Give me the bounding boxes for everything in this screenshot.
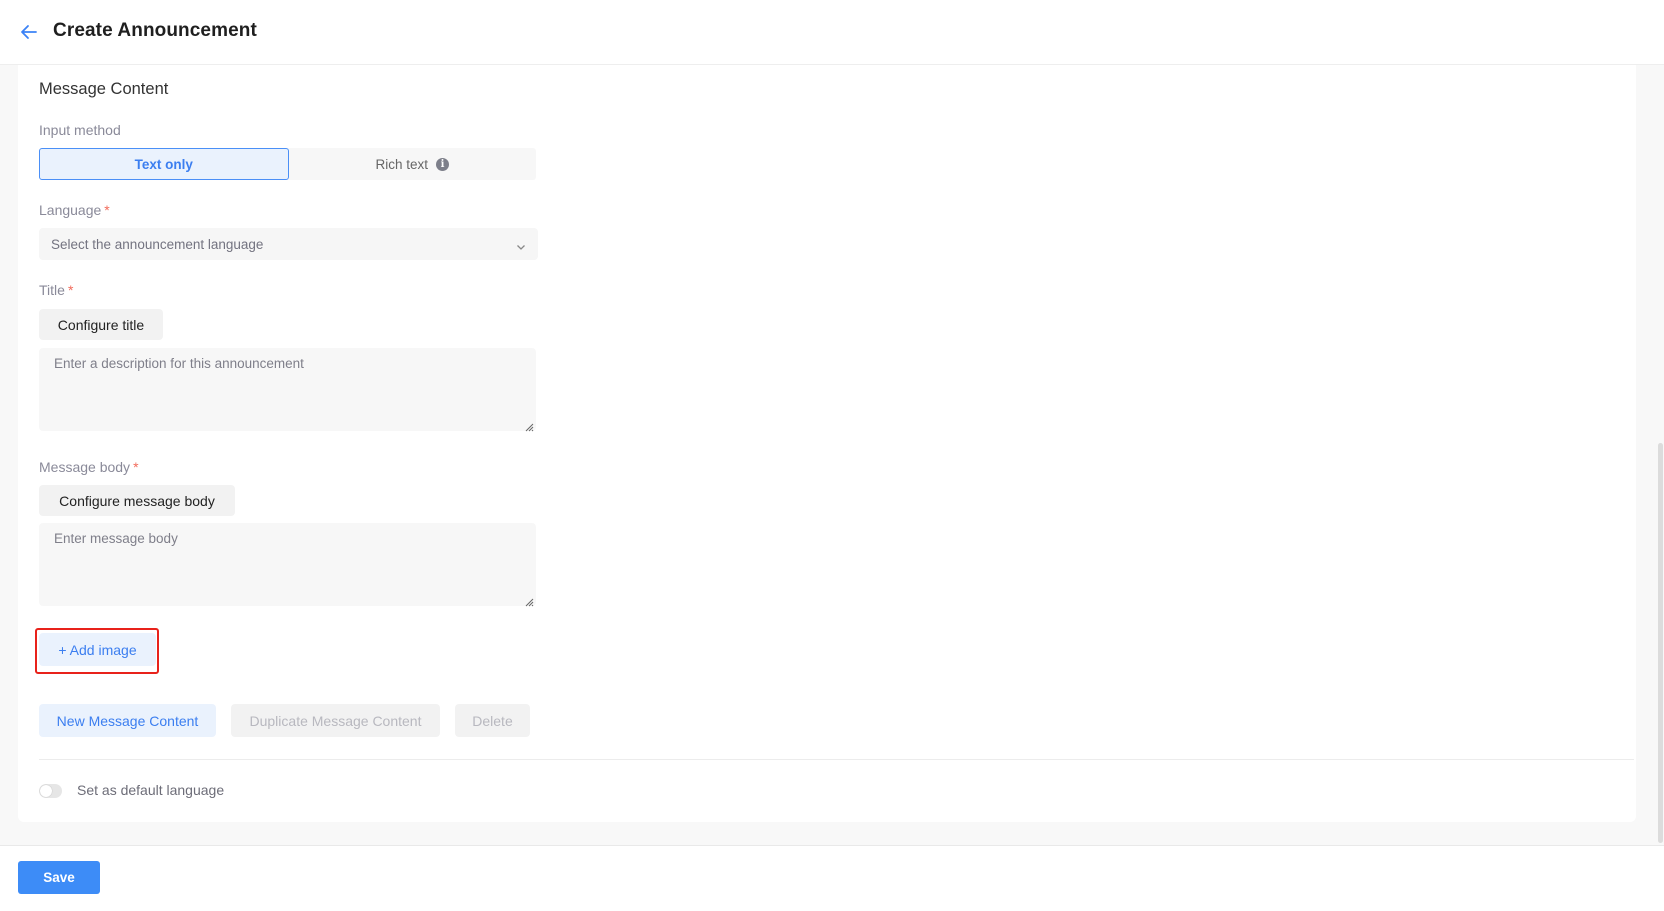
delete-button[interactable]: Delete <box>455 704 530 737</box>
language-label-text: Language <box>39 202 102 218</box>
page-title: Create Announcement <box>53 20 257 41</box>
toggle-knob <box>40 785 52 797</box>
input-method-label: Input method <box>39 122 121 138</box>
title-label-text: Title <box>39 282 65 298</box>
arrow-left-icon[interactable] <box>20 22 38 42</box>
message-content-card: Message Content Input method Text only R… <box>18 65 1636 822</box>
page-header: Create Announcement <box>0 0 1664 65</box>
resize-handle-icon[interactable] <box>524 594 534 607</box>
message-body-label-text: Message body <box>39 459 131 475</box>
title-label: Title * <box>39 282 73 298</box>
content-area: Message Content Input method Text only R… <box>0 65 1664 846</box>
resize-handle-icon[interactable] <box>524 419 534 432</box>
save-button[interactable]: Save <box>18 861 100 894</box>
configure-message-body-button[interactable]: Configure message body <box>39 485 235 516</box>
required-mark: * <box>67 282 74 298</box>
message-body-label: Message body * <box>39 459 139 475</box>
input-method-text-only[interactable]: Text only <box>39 148 289 180</box>
message-body-textarea[interactable] <box>39 523 536 606</box>
default-language-label: Set as default language <box>77 782 225 798</box>
title-textarea[interactable] <box>39 348 536 431</box>
language-select[interactable]: Select the announcement language <box>39 228 538 260</box>
section-title: Message Content <box>39 80 169 98</box>
text-only-label: Text only <box>134 156 193 172</box>
required-mark: * <box>104 202 110 218</box>
info-icon[interactable]: i <box>436 157 450 171</box>
required-mark: * <box>133 459 139 475</box>
divider <box>39 759 1634 760</box>
language-label: Language * <box>39 202 110 218</box>
input-method-segmented-control: Text only Rich text i <box>39 148 536 180</box>
language-select-placeholder: Select the announcement language <box>51 236 264 252</box>
chevron-down-icon <box>516 239 526 250</box>
vertical-scrollbar[interactable] <box>1658 443 1663 843</box>
configure-title-button[interactable]: Configure title <box>39 309 163 340</box>
duplicate-message-content-button[interactable]: Duplicate Message Content <box>231 704 440 737</box>
rich-text-label: Rich text <box>375 156 429 172</box>
add-image-highlight: + Add image <box>35 628 159 674</box>
default-language-toggle[interactable] <box>39 784 62 798</box>
input-method-rich-text[interactable]: Rich text i <box>289 148 537 180</box>
add-image-button[interactable]: + Add image <box>39 633 156 666</box>
new-message-content-button[interactable]: New Message Content <box>39 704 216 737</box>
